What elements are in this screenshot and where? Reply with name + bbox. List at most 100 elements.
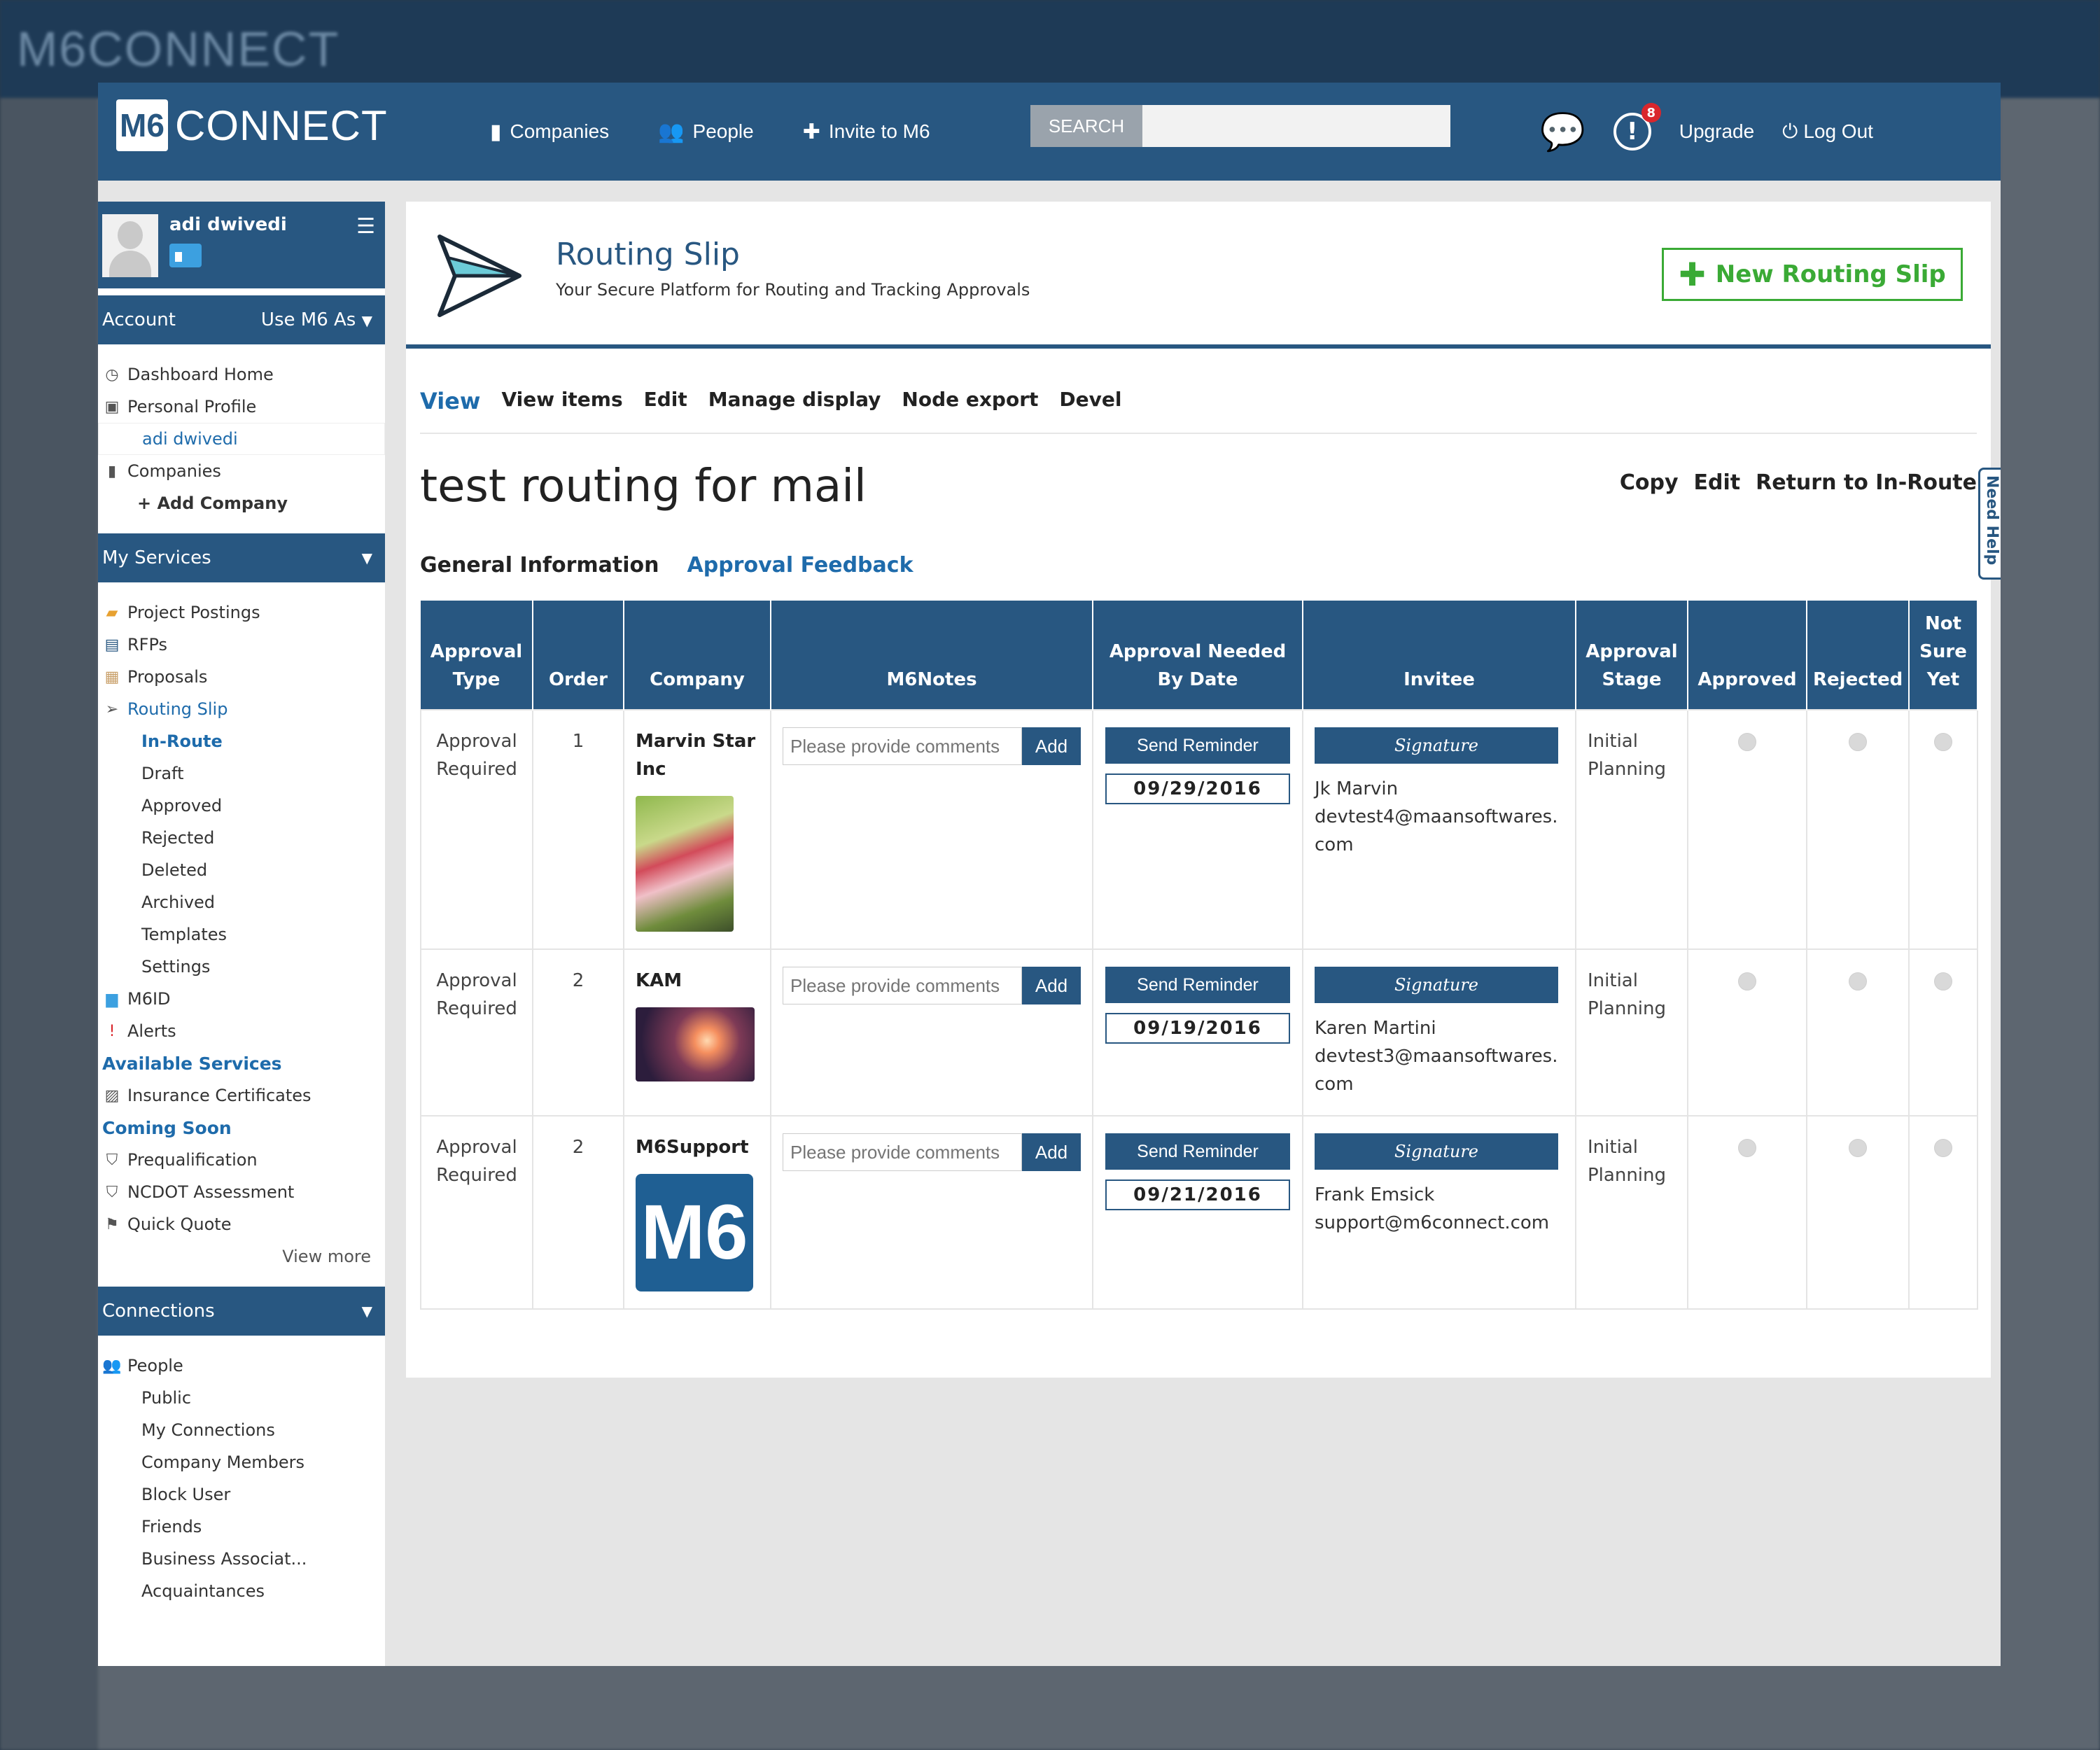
nav-companies[interactable]: ▮ Companies [490,120,609,144]
connections-menu: 👥 People Public My Connections Company Me… [98,1336,385,1614]
not-sure-radio[interactable] [1934,733,1952,751]
sidebar-item-acquaintances[interactable]: Acquaintances [98,1575,385,1607]
hamburger-icon[interactable]: ☰ [356,214,375,239]
sidebar-item-settings[interactable]: Settings [98,951,385,983]
company-name[interactable]: Marvin Star Inc [636,727,759,783]
m6-logo[interactable]: M6 CONNECT [116,99,388,151]
sidebar-item-people[interactable]: 👥 People [98,1350,385,1382]
sidebar-item-public[interactable]: Public [98,1382,385,1414]
new-routing-slip-button[interactable]: ✚ New Routing Slip [1662,248,1963,301]
sidebar-item-user[interactable]: adi dwivedi [98,423,385,455]
company-name[interactable]: KAM [636,967,759,995]
sidebar-item-draft[interactable]: Draft [98,757,385,790]
document-icon: ▤ [104,636,120,654]
sidebar-item-approved[interactable]: Approved [98,790,385,822]
return-link[interactable]: Return to In-Route [1756,470,1977,495]
add-note-button[interactable]: Add [1022,967,1081,1004]
sidebar-item-templates[interactable]: Templates [98,918,385,951]
invitee-email: devtest4@maansoftwares.com [1315,806,1558,855]
sidebar-item-company-members[interactable]: Company Members [98,1446,385,1478]
sidebar-item-proposals[interactable]: ▦ Proposals [98,661,385,693]
rejected-radio[interactable] [1849,733,1867,751]
sidebar-item-profile[interactable]: ▣ Personal Profile [98,391,385,423]
send-reminder-button[interactable]: Send Reminder [1105,967,1290,1003]
rejected-radio[interactable] [1849,1139,1867,1157]
send-reminder-button[interactable]: Send Reminder [1105,727,1290,764]
add-note-button[interactable]: Add [1022,727,1081,765]
sidebar-item-prequalification[interactable]: ⛉ Prequalification [98,1144,385,1176]
sidebar-item-m6id[interactable]: ▆ M6ID [98,983,385,1015]
sidebar-item-add-company[interactable]: + Add Company [98,487,385,519]
approved-radio[interactable] [1738,972,1756,990]
subtabs: General Information Approval Feedback [420,553,913,578]
search-button[interactable]: SEARCH [1030,105,1142,147]
upgrade-link[interactable]: Upgrade [1679,120,1754,143]
approved-radio[interactable] [1738,1139,1756,1157]
sidebar-item-label: Rejected [141,828,215,848]
nav-people[interactable]: 👥 People [658,120,754,144]
account-header[interactable]: Account Use M6 As ▼ [98,295,385,344]
notes-input[interactable] [783,1133,1022,1171]
company-name[interactable]: M6Support [636,1133,759,1161]
tab-edit[interactable]: Edit [644,388,687,414]
use-as-dropdown[interactable]: Use M6 As ▼ [261,309,372,330]
sidebar-item-label: Company Members [141,1452,305,1472]
sidebar-item-alerts[interactable]: ǃ Alerts [98,1015,385,1047]
signature-button[interactable]: Signature [1315,967,1558,1003]
tab-devel[interactable]: Devel [1059,388,1121,414]
tab-manage-display[interactable]: Manage display [708,388,881,414]
search-input[interactable] [1142,105,1450,147]
sidebar-item-rfps[interactable]: ▤ RFPs [98,629,385,661]
sidebar-item-deleted[interactable]: Deleted [98,854,385,886]
signature-button[interactable]: Signature [1315,727,1558,764]
sidebar-item-in-route[interactable]: In-Route [98,725,385,757]
sidebar-item-business[interactable]: Business Associat... [98,1543,385,1575]
sidebar-item-companies[interactable]: ▮ Companies [98,455,385,487]
add-note-button[interactable]: Add [1022,1133,1081,1171]
notes-input[interactable] [783,967,1022,1004]
sidebar-item-quick-quote[interactable]: ⚑ Quick Quote [98,1208,385,1240]
approved-radio[interactable] [1738,733,1756,751]
sidebar-item-ncdot[interactable]: ⛉ NCDOT Assessment [98,1176,385,1208]
need-help-tab[interactable]: Need Help [1978,468,2001,580]
signature-button[interactable]: Signature [1315,1133,1558,1170]
avatar[interactable] [102,214,158,277]
rejected-radio[interactable] [1849,972,1867,990]
chat-icon[interactable]: 💬 [1540,111,1586,153]
connections-header[interactable]: Connections ▼ [98,1287,385,1336]
tab-approval-feedback[interactable]: Approval Feedback [687,553,913,578]
user-box: adi dwivedi ☰ [98,202,385,288]
approval-type-cell: Approval Required [420,709,533,950]
sidebar-item-friends[interactable]: Friends [98,1511,385,1543]
sidebar-item-rejected[interactable]: Rejected [98,822,385,854]
due-date[interactable]: 09/29/2016 [1105,774,1290,804]
tab-view[interactable]: View [420,388,480,414]
sidebar-item-insurance[interactable]: ▨ Insurance Certificates [98,1079,385,1112]
view-more-link[interactable]: View more [98,1240,385,1273]
nav-invite[interactable]: ✚ Invite to M6 [803,120,930,144]
notes-input[interactable] [783,727,1022,765]
services-header[interactable]: My Services ▼ [98,533,385,582]
sidebar-item-block-user[interactable]: Block User [98,1478,385,1511]
due-date[interactable]: 09/21/2016 [1105,1180,1290,1210]
sidebar-item-label: Proposals [127,667,208,687]
tab-view-items[interactable]: View items [501,388,622,414]
sidebar-item-project-postings[interactable]: ▰ Project Postings [98,596,385,629]
sidebar-item-my-connections[interactable]: My Connections [98,1414,385,1446]
alerts[interactable]: ! 8 [1613,103,1661,150]
sidebar-item-routing-slip[interactable]: ➢ Routing Slip [98,693,385,725]
not-sure-radio[interactable] [1934,972,1952,990]
id-card-icon[interactable] [169,244,202,267]
tab-node-export[interactable]: Node export [902,388,1038,414]
column-header: Approved [1688,601,1807,710]
user-name[interactable]: adi dwivedi [169,214,287,235]
copy-link[interactable]: Copy [1620,470,1679,495]
due-date[interactable]: 09/19/2016 [1105,1013,1290,1044]
logout-link[interactable]: ⏻ Log Out [1782,120,1873,144]
edit-link[interactable]: Edit [1694,470,1741,495]
sidebar-item-archived[interactable]: Archived [98,886,385,918]
tab-general-information[interactable]: General Information [420,553,659,578]
not-sure-radio[interactable] [1934,1139,1952,1157]
send-reminder-button[interactable]: Send Reminder [1105,1133,1290,1170]
sidebar-item-dashboard[interactable]: ◷ Dashboard Home [98,358,385,391]
